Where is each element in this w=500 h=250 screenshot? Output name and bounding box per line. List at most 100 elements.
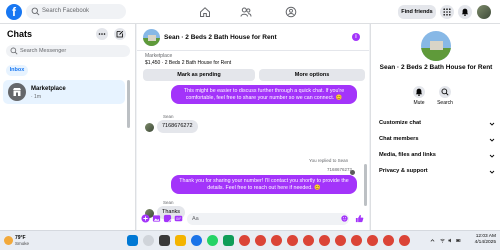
taskbar-search-icon[interactable]	[143, 235, 154, 246]
svg-text:GIF: GIF	[176, 217, 181, 221]
chevron-down-icon	[489, 170, 495, 174]
outgoing-message[interactable]: Thank you for sharing your number! I'll …	[171, 175, 357, 195]
chats-options-button[interactable]	[96, 28, 108, 40]
groups-icon[interactable]	[285, 6, 297, 18]
conversation-item-marketplace[interactable]: Marketplace · 1m	[3, 80, 125, 104]
weather-description: Smoke	[15, 241, 30, 246]
listing-large-thumbnail[interactable]	[421, 31, 451, 61]
weather-icon	[4, 236, 13, 245]
search-icon	[441, 88, 449, 96]
volume-icon[interactable]	[448, 238, 453, 243]
windows-start-icon[interactable]	[127, 235, 138, 246]
conversation-panel: Sean · 2 Beds 2 Bath House for Rent i Ma…	[137, 24, 369, 230]
file-explorer-icon[interactable]	[175, 235, 186, 246]
message-composer: GIF Aa	[137, 208, 369, 230]
mute-button[interactable]: Mute	[407, 86, 431, 106]
messenger-search-input[interactable]: Search Messenger	[6, 45, 130, 57]
app-icon[interactable]	[223, 235, 234, 246]
whatsapp-icon[interactable]	[207, 235, 218, 246]
home-icon[interactable]	[199, 6, 211, 18]
sean-avatar[interactable]	[145, 123, 154, 132]
search-in-conversation-button[interactable]: Search	[433, 86, 457, 106]
new-message-button[interactable]	[114, 28, 126, 40]
search-icon	[31, 7, 40, 16]
conversation-title[interactable]: Sean · 2 Beds 2 Bath House for Rent	[164, 34, 277, 41]
sender-name: Sean	[163, 114, 174, 119]
windows-taskbar: 79°F Smoke 12:03 AM 4/14/2025	[0, 230, 500, 250]
image-icon[interactable]	[152, 214, 161, 223]
conversation-header: Sean · 2 Beds 2 Bath House for Rent i	[137, 24, 369, 51]
wifi-icon[interactable]	[440, 238, 445, 243]
mark-as-pending-button[interactable]: Mark as pending	[143, 69, 255, 81]
emoji-icon[interactable]	[341, 215, 348, 222]
find-friends-button[interactable]: Find friends	[398, 5, 436, 19]
conversation-name: Marketplace	[31, 86, 66, 92]
chevron-down-icon	[489, 138, 495, 142]
sender-name: Sean	[163, 200, 174, 205]
row-label: Chat members	[379, 136, 419, 142]
mute-label: Mute	[413, 100, 425, 106]
search-placeholder: Search Messenger	[20, 48, 67, 54]
marketplace-listing-card: Marketplace $1,450 · 2 Beds 2 Bath House…	[141, 52, 365, 82]
conversation-time: · 1m	[31, 94, 41, 100]
chats-panel: Chats Search Messenger Inbox Marketplace…	[0, 24, 136, 230]
friends-icon[interactable]	[240, 6, 252, 18]
tray-chevron-icon[interactable]	[430, 238, 435, 243]
message-input[interactable]: Aa	[187, 213, 349, 225]
row-label: Customize chat	[379, 120, 422, 126]
chrome-profile-icon[interactable]	[303, 235, 314, 246]
marketplace-label: Marketplace	[145, 53, 173, 59]
chrome-profile-icon[interactable]	[271, 235, 282, 246]
media-files-links-row[interactable]: Media, files and links	[379, 150, 497, 162]
chevron-down-icon	[489, 122, 495, 126]
chat-members-row[interactable]: Chat members	[379, 134, 497, 146]
menu-button[interactable]	[440, 5, 454, 19]
task-view-icon[interactable]	[159, 235, 170, 246]
facebook-logo[interactable]: f	[6, 4, 22, 20]
listing-price-title[interactable]: $1,450 · 2 Beds 2 Bath House for Rent	[145, 60, 231, 66]
chevron-down-icon	[489, 154, 495, 158]
more-options-button[interactable]: More options	[259, 69, 365, 81]
profile-avatar[interactable]	[477, 5, 491, 19]
chrome-profile-icon[interactable]	[399, 235, 410, 246]
message-thread: This might be easier to discuss further …	[137, 84, 369, 219]
privacy-support-row[interactable]: Privacy & support	[379, 166, 497, 178]
chrome-profile-icon[interactable]	[287, 235, 298, 246]
chats-scrollbar[interactable]	[127, 80, 130, 128]
chrome-profile-icon[interactable]	[239, 235, 250, 246]
customize-chat-row[interactable]: Customize chat	[379, 118, 497, 130]
weather-widget[interactable]: 79°F Smoke	[4, 234, 44, 248]
row-label: Media, files and links	[379, 152, 436, 158]
info-title: Sean · 2 Beds 2 Bath House for Rent	[379, 64, 493, 71]
system-clock[interactable]: 12:03 AM 4/14/2025	[462, 234, 496, 246]
row-label: Privacy & support	[379, 168, 428, 174]
gif-icon[interactable]: GIF	[174, 214, 183, 223]
info-icon[interactable]: i	[352, 33, 360, 41]
reply-indicator: You replied to Sean	[309, 158, 349, 163]
listing-thumbnail[interactable]	[143, 29, 160, 46]
browser-icon[interactable]	[191, 235, 202, 246]
marketplace-avatar	[8, 83, 26, 101]
bell-icon	[415, 88, 423, 96]
incoming-message[interactable]: 7168676272	[157, 120, 198, 133]
chrome-profile-icon[interactable]	[319, 235, 330, 246]
chrome-profile-icon[interactable]	[367, 235, 378, 246]
facebook-search-input[interactable]: Search Facebook	[26, 4, 126, 19]
chrome-profile-icon[interactable]	[351, 235, 362, 246]
chrome-profile-icon[interactable]	[335, 235, 346, 246]
inbox-filter-tab[interactable]: Inbox	[6, 65, 28, 76]
like-thumb-icon[interactable]	[355, 214, 364, 223]
plus-circle-icon[interactable]	[141, 214, 150, 223]
quoted-message[interactable]: 7168676272	[327, 167, 352, 172]
compose-icon	[116, 30, 124, 38]
chrome-profile-icon[interactable]	[383, 235, 394, 246]
outgoing-message[interactable]: This might be easier to discuss further …	[171, 85, 357, 105]
notifications-button[interactable]	[458, 5, 472, 19]
bell-icon	[461, 8, 469, 16]
thread-scrollbar[interactable]	[364, 164, 367, 206]
sticker-icon[interactable]	[163, 214, 172, 223]
message-placeholder: Aa	[192, 216, 199, 222]
menu-grid-icon	[443, 8, 451, 16]
chrome-profile-icon[interactable]	[255, 235, 266, 246]
battery-icon[interactable]	[456, 238, 461, 243]
